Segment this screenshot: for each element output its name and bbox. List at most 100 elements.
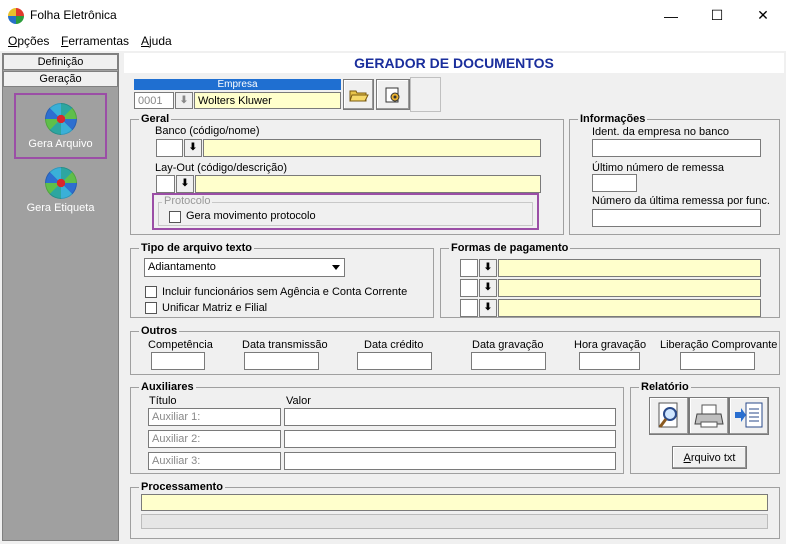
page-title: GERADOR DE DOCUMENTOS xyxy=(124,53,784,73)
forma-pagamento-2-lookup[interactable]: ⬇ xyxy=(479,279,497,297)
arrow-doc-icon xyxy=(735,402,763,428)
folder-open-icon xyxy=(348,90,369,101)
globe-icon xyxy=(44,103,77,135)
forma-pagamento-1-code[interactable] xyxy=(460,259,478,277)
titulo-column-header: Título xyxy=(149,395,177,407)
gera-movimento-checkbox[interactable] xyxy=(169,211,181,223)
tipo-arquivo-value: Adiantamento xyxy=(148,261,216,273)
relatorio-title: Relatório xyxy=(639,381,691,393)
forma-pagamento-3-code[interactable] xyxy=(460,299,478,317)
incluir-funcionarios-checkbox[interactable] xyxy=(145,286,157,298)
window-title: Folha Eletrônica xyxy=(30,8,117,22)
competencia-label: Competência xyxy=(148,339,213,351)
gear-doc-icon xyxy=(385,87,400,102)
data-gravacao-label: Data gravação xyxy=(472,339,544,351)
arquivo-txt-button[interactable]: Arquivo txt xyxy=(672,446,747,469)
arrow-down-icon: ⬇ xyxy=(483,302,493,313)
data-transmissao-label: Data transmissão xyxy=(242,339,328,351)
banco-label: Banco (código/nome) xyxy=(155,125,260,137)
formas-pagamento-title: Formas de pagamento xyxy=(449,242,571,254)
auxiliar-1-value-field[interactable] xyxy=(284,408,616,426)
app-icon xyxy=(8,8,24,24)
auxiliar-3-value-field[interactable] xyxy=(284,452,616,470)
progress-bar xyxy=(141,514,768,529)
geral-title: Geral xyxy=(139,113,172,125)
gera-etiqueta-label: Gera Etiqueta xyxy=(26,202,95,214)
empresa-lookup-button[interactable]: ⬇ xyxy=(175,92,193,109)
forma-pagamento-1-field[interactable] xyxy=(498,259,761,277)
gera-arquivo-button[interactable]: Gera Arquivo xyxy=(3,103,118,150)
auxiliar-2-title-field[interactable]: Auxiliar 2: xyxy=(148,430,281,448)
maximize-icon: ☐ xyxy=(710,7,724,23)
hora-gravacao-label: Hora gravação xyxy=(574,339,647,351)
maximize-button[interactable]: ☐ xyxy=(694,0,740,31)
close-icon: ✕ xyxy=(757,7,769,23)
gera-etiqueta-button[interactable]: Gera Etiqueta xyxy=(3,167,118,214)
arrow-down-icon: ⬇ xyxy=(483,262,493,273)
chevron-down-icon[interactable] xyxy=(329,260,343,275)
numero-remessa-field[interactable] xyxy=(592,209,761,227)
auxiliar-1-title-field[interactable]: Auxiliar 1: xyxy=(148,408,281,426)
gera-arquivo-label: Gera Arquivo xyxy=(28,138,93,150)
protocolo-title: Protocolo xyxy=(162,195,213,207)
processamento-status-field xyxy=(141,494,768,511)
tab-geracao[interactable]: Geração xyxy=(3,71,118,87)
gera-movimento-label: Gera movimento protocolo xyxy=(186,210,316,222)
open-folder-button[interactable] xyxy=(343,79,374,110)
menu-ajuda[interactable]: Ajuda xyxy=(141,34,172,48)
ultimo-remessa-field[interactable] xyxy=(592,174,637,192)
forma-pagamento-2-field[interactable] xyxy=(498,279,761,297)
minimize-button[interactable]: — xyxy=(648,0,694,31)
tipo-arquivo-select[interactable]: Adiantamento xyxy=(144,258,345,277)
processamento-title: Processamento xyxy=(139,481,225,493)
menu-ferramentas[interactable]: Ferramentas xyxy=(61,34,129,48)
ident-field[interactable] xyxy=(592,139,761,157)
layout-code-field[interactable] xyxy=(156,175,175,193)
valor-column-header: Valor xyxy=(286,395,311,407)
layout-lookup-button[interactable]: ⬇ xyxy=(176,175,194,193)
close-button[interactable]: ✕ xyxy=(740,0,786,31)
tipo-arquivo-title: Tipo de arquivo texto xyxy=(139,242,255,254)
unificar-matriz-checkbox[interactable] xyxy=(145,302,157,314)
auxiliar-3-title-field[interactable]: Auxiliar 3: xyxy=(148,452,281,470)
tab-definicao[interactable]: Definição xyxy=(3,54,118,70)
empresa-header: Empresa xyxy=(134,79,341,90)
forma-pagamento-3-field[interactable] xyxy=(498,299,761,317)
empresa-name-field[interactable]: Wolters Kluwer xyxy=(194,92,341,109)
data-credito-field[interactable] xyxy=(357,352,432,370)
ident-label: Ident. da empresa no banco xyxy=(592,126,729,138)
numero-remessa-label: Número da última remessa por func. xyxy=(592,195,770,207)
layout-description-field[interactable] xyxy=(195,175,541,193)
banco-lookup-button[interactable]: ⬇ xyxy=(184,139,202,157)
data-transmissao-field[interactable] xyxy=(244,352,319,370)
banco-name-field[interactable] xyxy=(203,139,541,157)
informacoes-title: Informações xyxy=(578,113,648,125)
ultimo-remessa-label: Último número de remessa xyxy=(592,162,725,174)
competencia-field[interactable] xyxy=(151,352,205,370)
menu-bar: Opções Ferramentas Ajuda xyxy=(0,31,786,51)
incluir-funcionarios-label: Incluir funcionários sem Agência e Conta… xyxy=(162,286,408,298)
export-button[interactable] xyxy=(729,397,769,435)
banco-code-field[interactable] xyxy=(156,139,183,157)
menu-opcoes[interactable]: Opções xyxy=(8,34,49,48)
print-button[interactable] xyxy=(689,397,729,435)
arrow-down-icon: ⬇ xyxy=(483,282,493,293)
data-gravacao-field[interactable] xyxy=(471,352,546,370)
arrow-down-icon: ⬇ xyxy=(188,142,198,153)
preview-button[interactable] xyxy=(649,397,689,435)
outros-title: Outros xyxy=(139,325,180,337)
layout-label: Lay-Out (código/descrição) xyxy=(155,162,288,174)
printer-icon xyxy=(694,404,724,428)
minimize-icon: — xyxy=(664,7,678,24)
empresa-code-field[interactable]: 0001 xyxy=(134,92,174,109)
hora-gravacao-field[interactable] xyxy=(579,352,640,370)
auxiliar-2-value-field[interactable] xyxy=(284,430,616,448)
forma-pagamento-1-lookup[interactable]: ⬇ xyxy=(479,259,497,277)
liberacao-comprovante-label: Liberação Comprovante xyxy=(660,339,778,351)
forma-pagamento-2-code[interactable] xyxy=(460,279,478,297)
toolbar-spacer xyxy=(410,77,441,112)
forma-pagamento-3-lookup[interactable]: ⬇ xyxy=(479,299,497,317)
globe-icon xyxy=(44,167,77,199)
liberacao-comprovante-field[interactable] xyxy=(680,352,755,370)
settings-button[interactable] xyxy=(376,79,410,110)
